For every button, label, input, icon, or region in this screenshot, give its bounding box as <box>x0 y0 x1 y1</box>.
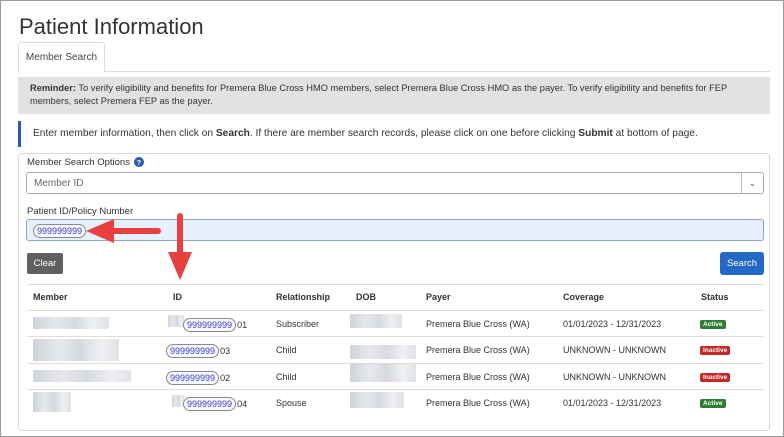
row-payer: Premera Blue Cross (WA) <box>426 398 530 408</box>
member-id-suffix: 03 <box>220 346 231 356</box>
header-coverage: Coverage <box>563 292 605 302</box>
status-badge: Active <box>700 320 726 329</box>
help-icon[interactable]: ? <box>133 157 144 168</box>
reminder-label: Reminder: <box>30 83 76 93</box>
red-annotation-arrows <box>86 213 192 280</box>
page-title: Patient Information <box>19 14 204 39</box>
select-value: Member ID <box>34 178 84 189</box>
policy-number-value: 999999999 <box>33 224 87 238</box>
status-badge: Inactive <box>700 373 731 382</box>
member-id-chip: 999999999 <box>166 344 220 358</box>
member-id-suffix: 04 <box>237 399 248 409</box>
row-payer: Premera Blue Cross (WA) <box>426 372 530 382</box>
status-badge: Active <box>700 399 726 408</box>
row-relationship: Spouse <box>276 398 307 408</box>
row-coverage: UNKNOWN - UNKNOWN <box>563 345 666 355</box>
redacted-dob <box>350 392 404 408</box>
redacted-dob <box>350 364 416 382</box>
status-badge: Inactive <box>700 346 731 355</box>
redacted-member-name <box>33 392 71 412</box>
header-id: ID <box>173 292 182 302</box>
instructions-text: Enter member information, then click on <box>33 128 216 139</box>
row-relationship: Child <box>276 372 297 382</box>
table-top-border <box>27 284 764 285</box>
redacted-dob <box>350 314 402 328</box>
member-id-suffix: 01 <box>237 320 248 330</box>
redacted-id-prefix <box>168 315 184 327</box>
tab-bar: Member Search <box>18 42 770 73</box>
down-arrow-icon <box>168 213 192 280</box>
member-id-chip: 999999999 <box>166 371 220 385</box>
instructions-text: at bottom of page. <box>612 128 698 139</box>
clear-button[interactable]: Clear <box>27 253 63 274</box>
reminder-banner: Reminder: To verify eligibility and bene… <box>18 77 770 114</box>
row-id: 999999999 04 <box>183 397 247 411</box>
header-member: Member <box>33 292 68 302</box>
redacted-dob <box>350 345 416 359</box>
instructions-banner: Enter member information, then click on … <box>18 121 770 147</box>
member-id-chip: 999999999 <box>183 318 237 332</box>
row-relationship: Child <box>276 345 297 355</box>
header-payer: Payer <box>426 292 451 302</box>
options-label-text: Member Search Options <box>27 157 130 168</box>
redacted-member-name <box>33 339 119 361</box>
tab-member-search[interactable]: Member Search <box>18 42 105 73</box>
member-id-chip: 999999999 <box>183 397 237 411</box>
chevron-down-icon[interactable]: ⌄ <box>741 173 763 193</box>
header-status: Status <box>701 292 729 302</box>
reminder-text: To verify eligibility and benefits for P… <box>30 83 728 106</box>
left-arrow-icon <box>86 219 161 243</box>
row-coverage: 01/01/2023 - 12/31/2023 <box>563 398 662 408</box>
row-id: 999999999 03 <box>166 344 230 358</box>
row-coverage: 01/01/2023 - 12/31/2023 <box>563 319 662 329</box>
member-search-options-select[interactable]: Member ID ⌄ <box>26 172 764 194</box>
instructions-text: . If there are member search records, pl… <box>249 128 579 139</box>
member-search-options-label: Member Search Options? <box>27 157 144 168</box>
row-id: 999999999 02 <box>166 371 230 385</box>
row-payer: Premera Blue Cross (WA) <box>426 345 530 355</box>
header-relationship: Relationship <box>276 292 331 302</box>
redacted-member-name <box>33 370 131 382</box>
header-divider <box>27 310 764 311</box>
row-divider <box>27 389 764 390</box>
row-coverage: UNKNOWN - UNKNOWN <box>563 372 666 382</box>
row-payer: Premera Blue Cross (WA) <box>426 319 530 329</box>
row-divider <box>27 336 764 337</box>
instructions-submit-word: Submit <box>578 128 613 139</box>
instructions-search-word: Search <box>215 128 250 139</box>
header-dob: DOB <box>356 292 376 302</box>
member-id-suffix: 02 <box>220 373 231 383</box>
row-relationship: Subscriber <box>276 319 320 329</box>
redacted-member-name <box>33 317 109 329</box>
search-button[interactable]: Search <box>720 252 764 275</box>
row-id: 999999999 01 <box>183 318 247 332</box>
